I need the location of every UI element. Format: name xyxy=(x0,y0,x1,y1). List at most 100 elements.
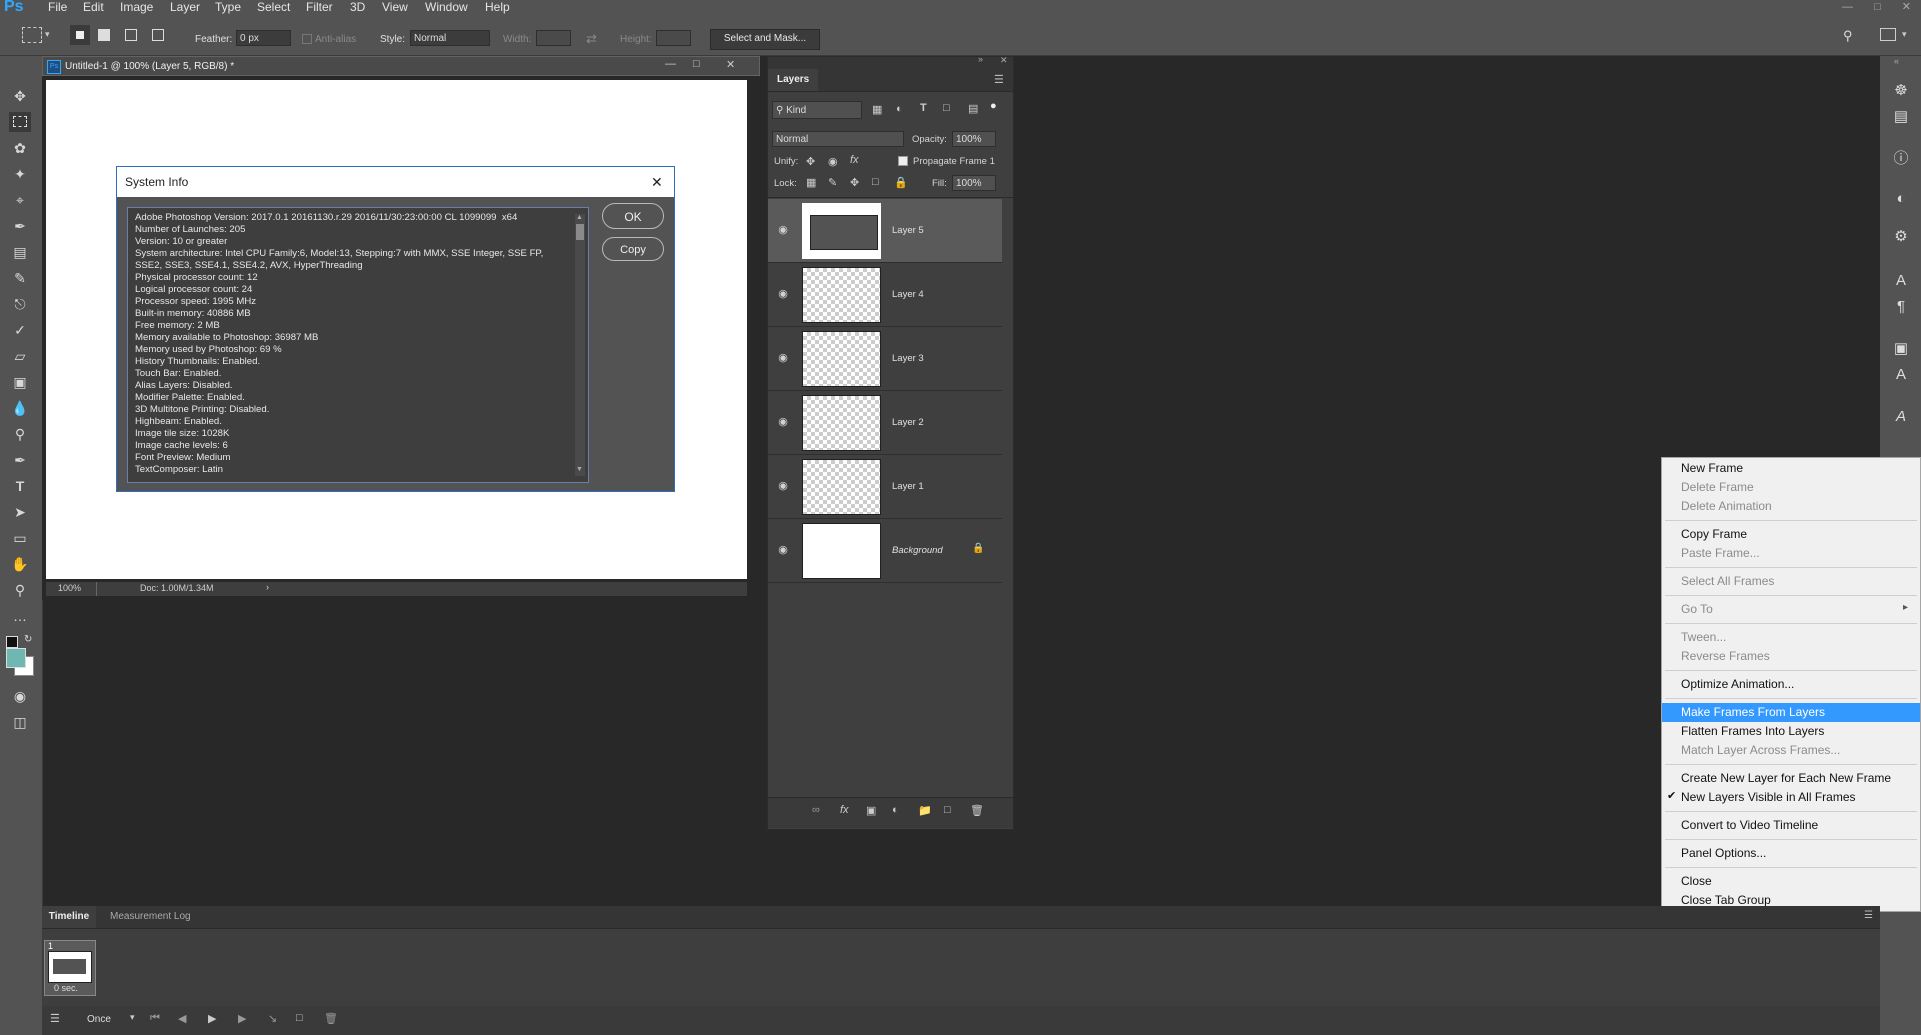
measurement-log-tab[interactable]: Measurement Log xyxy=(110,911,191,922)
menu-3d[interactable]: 3D xyxy=(350,0,365,15)
zoom-level[interactable]: 100% xyxy=(58,583,81,593)
gradient-tool-icon[interactable]: ▣ xyxy=(9,372,31,392)
menu-item-copy-frame[interactable]: Copy Frame xyxy=(1662,525,1920,544)
eye-icon[interactable]: ◉ xyxy=(776,223,790,237)
swap-icon[interactable]: ⇄ xyxy=(586,31,597,47)
menu-item-close[interactable]: Close xyxy=(1662,872,1920,891)
clone-stamp-tool-icon[interactable]: ⎋ xyxy=(9,294,31,314)
layer-row-2[interactable]: ◉ Layer 2 xyxy=(768,391,1002,455)
restore-icon[interactable]: □ xyxy=(1874,1,1881,13)
paragraph-icon[interactable]: ¶ xyxy=(1890,296,1912,318)
unify-visibility-icon[interactable]: ◉ xyxy=(828,155,838,168)
new-selection-icon[interactable] xyxy=(70,25,90,45)
layer-name[interactable]: Layer 5 xyxy=(892,225,924,236)
adjustments-icon[interactable]: ◐ xyxy=(1890,188,1912,210)
timeline-menu-icon[interactable]: ☰ xyxy=(1864,910,1873,921)
loop-chevron-icon[interactable]: ▾ xyxy=(130,1012,135,1023)
workspace-chevron-icon[interactable]: ▾ xyxy=(1902,29,1907,40)
link-layers-icon[interactable]: ∞ xyxy=(812,804,820,816)
eye-icon[interactable]: ◉ xyxy=(776,287,790,301)
history-brush-tool-icon[interactable]: ✓ xyxy=(9,320,31,340)
ok-button[interactable]: OK xyxy=(602,203,664,229)
doc-maximize-icon[interactable]: □ xyxy=(693,58,700,70)
scroll-down-icon[interactable]: ▼ xyxy=(576,466,583,473)
menu-view[interactable]: View xyxy=(382,0,408,15)
eyedropper-tool-icon[interactable]: ✒ xyxy=(9,216,31,236)
type-tool-icon[interactable]: T xyxy=(9,476,31,496)
lock-image-icon[interactable]: ✎ xyxy=(828,176,837,189)
filter-pixel-icon[interactable]: ▦ xyxy=(872,103,882,116)
menu-item-optimize-animation[interactable]: Optimize Animation... xyxy=(1662,675,1920,694)
default-colors-icon[interactable] xyxy=(6,636,18,648)
more-tools-icon[interactable]: … xyxy=(9,606,31,626)
filter-smart-object-icon[interactable]: ▤ xyxy=(968,102,978,115)
width-input[interactable] xyxy=(536,30,571,46)
eye-icon[interactable]: ◉ xyxy=(776,543,790,557)
new-group-icon[interactable]: 📁 xyxy=(918,804,932,817)
layer-name[interactable]: Layer 4 xyxy=(892,289,924,300)
menu-window[interactable]: Window xyxy=(425,0,468,15)
tween-icon[interactable]: ↘ xyxy=(268,1012,277,1025)
menu-item-new-frame[interactable]: New Frame xyxy=(1662,459,1920,478)
menu-layer[interactable]: Layer xyxy=(170,0,200,15)
dock-collapse-icon[interactable]: « xyxy=(1894,56,1899,66)
select-and-mask-button[interactable]: Select and Mask... xyxy=(710,29,820,50)
unify-position-icon[interactable]: ✥ xyxy=(806,155,815,168)
properties-icon[interactable]: ⚙ xyxy=(1890,226,1912,248)
layer-row-4[interactable]: ◉ Layer 4 xyxy=(768,263,1002,327)
doc-minimize-icon[interactable]: — xyxy=(665,58,676,70)
opacity-input[interactable]: 100% xyxy=(952,131,996,147)
eye-icon[interactable]: ◉ xyxy=(776,479,790,493)
menu-filter[interactable]: Filter xyxy=(306,0,333,15)
path-selection-tool-icon[interactable]: ➤ xyxy=(9,502,31,522)
blur-tool-icon[interactable]: 💧 xyxy=(9,398,31,418)
panel-close-icon[interactable]: ✕ xyxy=(1000,55,1008,66)
document-tab[interactable]: Ps Untitled-1 @ 100% (Layer 5, RGB/8) * … xyxy=(42,56,760,76)
next-frame-icon[interactable]: ▶ xyxy=(238,1012,246,1025)
kind-filter[interactable]: ⚲ Kind xyxy=(772,101,862,119)
layer-name[interactable]: Layer 2 xyxy=(892,417,924,428)
scroll-thumb[interactable] xyxy=(576,224,584,240)
lock-transparent-icon[interactable]: ▦ xyxy=(806,176,816,189)
zoom-tool-icon[interactable]: ⚲ xyxy=(9,580,31,600)
menu-file[interactable]: File xyxy=(48,0,67,15)
add-to-selection-icon[interactable] xyxy=(98,29,110,41)
collapse-icon[interactable]: » xyxy=(978,54,983,64)
swap-colors-icon[interactable]: ↻ xyxy=(24,634,32,645)
menu-item-new-layers-visible[interactable]: New Layers Visible in All Frames xyxy=(1662,788,1920,807)
fill-input[interactable]: 100% xyxy=(952,175,996,191)
lasso-tool-icon[interactable]: ✿ xyxy=(9,138,31,158)
layer-row-5[interactable]: ◉ Layer 5 xyxy=(768,199,1002,263)
menu-item-create-new-layer[interactable]: Create New Layer for Each New Frame xyxy=(1662,769,1920,788)
histogram-icon[interactable]: ▤ xyxy=(1890,106,1912,128)
layers-tab[interactable]: Layers xyxy=(768,69,818,91)
rectangle-tool-icon[interactable]: ▭ xyxy=(9,528,31,548)
hand-tool-icon[interactable]: ✋ xyxy=(9,554,31,574)
antialias-checkbox[interactable] xyxy=(302,34,312,44)
eye-icon[interactable]: ◉ xyxy=(776,415,790,429)
system-info-text[interactable]: Adobe Photoshop Version: 2017.0.1 201611… xyxy=(127,207,589,483)
subtract-from-selection-icon[interactable] xyxy=(125,29,137,41)
brush-tool-icon[interactable]: ✎ xyxy=(9,268,31,288)
unify-style-icon[interactable]: fx xyxy=(850,154,859,166)
search-icon[interactable]: ⚲ xyxy=(1843,28,1853,44)
marquee-tool-preset-icon[interactable] xyxy=(22,27,42,43)
menu-image[interactable]: Image xyxy=(120,0,153,15)
dodge-tool-icon[interactable]: ⚲ xyxy=(9,424,31,444)
layer-name[interactable]: Layer 3 xyxy=(892,353,924,364)
marquee-tool-icon[interactable] xyxy=(9,112,31,132)
delete-frame-icon[interactable]: 🗑 xyxy=(324,1012,338,1025)
crop-tool-icon[interactable]: ⌖ xyxy=(9,190,31,210)
copy-button[interactable]: Copy xyxy=(602,237,664,261)
animation-frame[interactable]: 1 0 sec. xyxy=(44,940,96,996)
status-arrow-icon[interactable]: › xyxy=(266,582,269,592)
layer-name[interactable]: Layer 1 xyxy=(892,481,924,492)
blend-mode-select[interactable]: Normal xyxy=(772,131,904,147)
loop-select[interactable]: Once xyxy=(87,1014,111,1025)
info-icon[interactable]: ⓘ xyxy=(1890,148,1912,170)
play-icon[interactable]: ▶ xyxy=(208,1012,216,1025)
filter-shape-icon[interactable]: □ xyxy=(943,102,950,114)
quick-mask-icon[interactable]: ◉ xyxy=(9,686,31,706)
feather-input[interactable]: 0 px xyxy=(236,30,291,46)
layer-style-icon[interactable]: fx xyxy=(840,804,849,816)
